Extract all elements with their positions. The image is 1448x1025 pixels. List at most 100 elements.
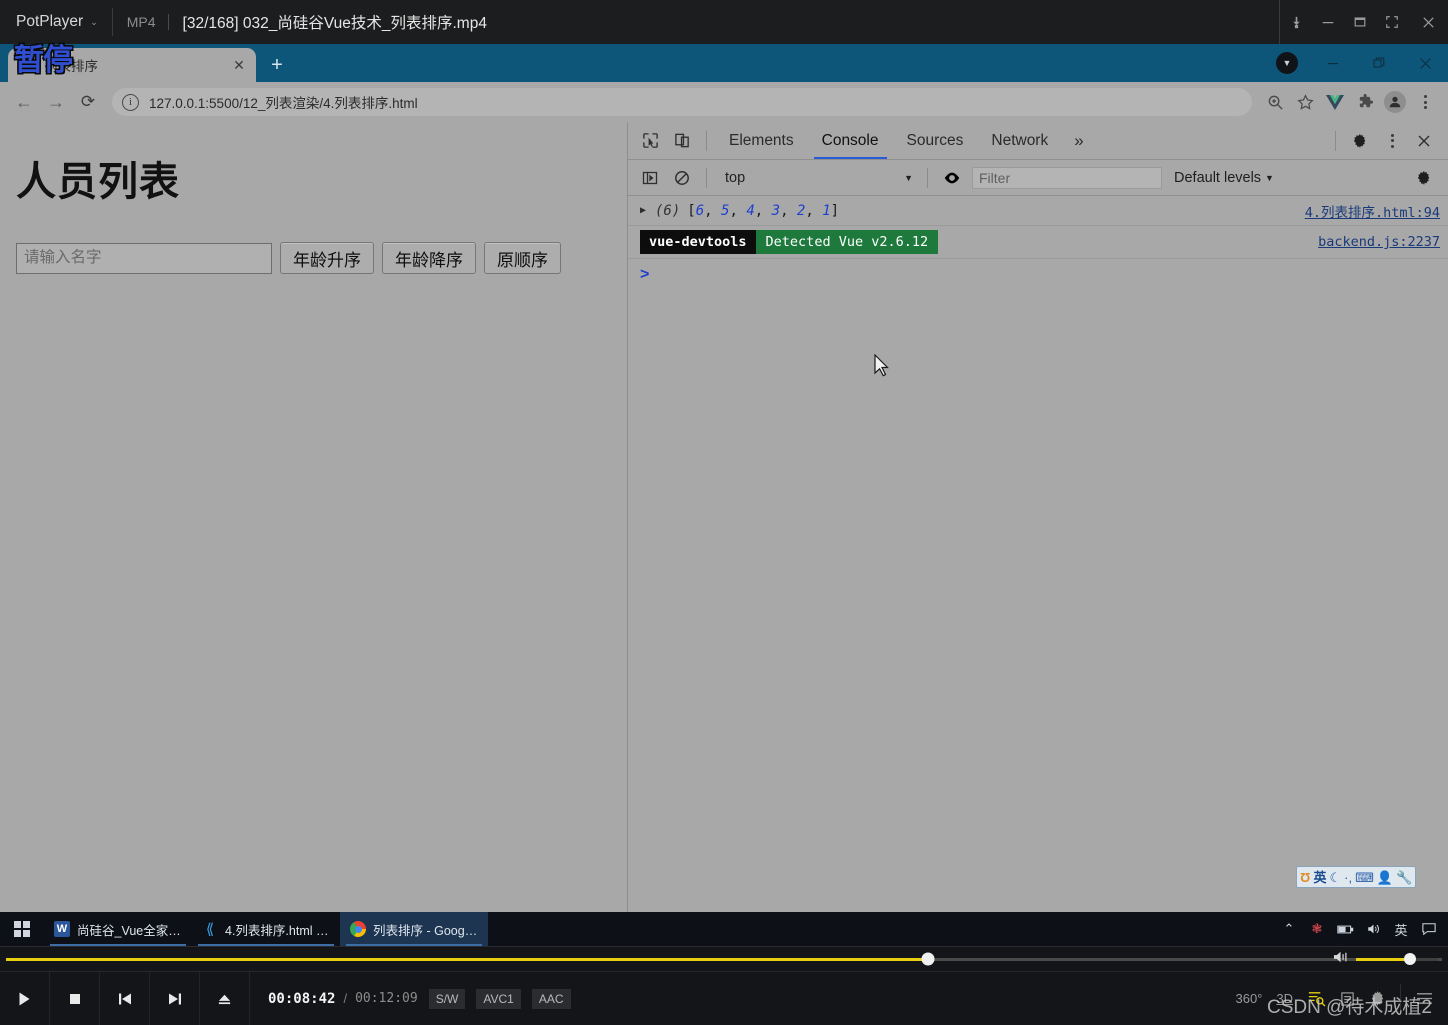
tab-sources[interactable]: Sources	[893, 122, 978, 159]
array-item: 5	[721, 202, 730, 219]
seek-area	[0, 947, 1448, 971]
download-badge-icon[interactable]: ▼	[1264, 44, 1310, 82]
close-devtools-icon[interactable]	[1408, 126, 1440, 156]
user-icon[interactable]: 👤	[1377, 871, 1393, 884]
volume-area	[1333, 947, 1438, 971]
tab-elements[interactable]: Elements	[715, 122, 808, 159]
inspect-element-icon[interactable]	[634, 126, 666, 156]
moon-icon[interactable]: ☾	[1329, 871, 1341, 884]
seek-handle[interactable]	[921, 952, 935, 966]
battery-icon[interactable]	[1332, 912, 1358, 946]
taskbar-item-label: 尚硅谷_Vue全家桶.d...	[77, 923, 182, 938]
ime-floating-toolbar[interactable]: Ʊ 英 ☾ ·, ⌨ 👤 🔧	[1296, 866, 1417, 888]
close-tab-icon[interactable]: ✕	[228, 54, 250, 76]
more-options-icon[interactable]	[1376, 126, 1408, 156]
volume-icon[interactable]	[1360, 912, 1386, 946]
close-icon[interactable]	[1408, 0, 1448, 44]
console-filter-input[interactable]	[972, 166, 1162, 189]
toolbox-wrench-icon[interactable]: 🔧	[1396, 871, 1412, 884]
more-tabs-icon[interactable]: »	[1062, 122, 1095, 159]
execution-context-select[interactable]: top ▼	[719, 167, 919, 189]
divider	[1400, 983, 1401, 1014]
address-bar[interactable]: i 127.0.0.1:5500/12_列表渲染/4.列表排序.html	[112, 88, 1252, 116]
volume-handle[interactable]	[1404, 953, 1417, 965]
console-source-link[interactable]: backend.js:2237	[1318, 234, 1440, 250]
subtitle-icon[interactable]	[1340, 991, 1355, 1007]
vr-360-icon[interactable]: 360°	[1235, 991, 1262, 1006]
time-display: 00:08:42 / 00:12:09 S/W AVC1 AAC	[250, 988, 571, 1009]
potplayer-titlebar: PotPlayer ⌄ MP4 [32/168] 032_尚硅谷Vue技术_列表…	[0, 0, 1448, 44]
minimize-icon[interactable]	[1310, 44, 1356, 82]
codec-badge-video[interactable]: AVC1	[476, 988, 521, 1009]
volume-slider[interactable]	[1356, 953, 1438, 965]
forward-button[interactable]: →	[40, 86, 72, 118]
fullscreen-icon[interactable]	[1376, 0, 1408, 44]
stop-icon[interactable]	[50, 971, 100, 1025]
settings-gear-icon[interactable]	[1344, 126, 1376, 156]
taskbar-item-vscode[interactable]: ⟪ 4.列表排序.html - vu...	[192, 912, 340, 946]
3d-mode-icon[interactable]: 3D	[1276, 991, 1293, 1006]
volume-icon[interactable]	[1333, 950, 1350, 969]
zoom-magnifier-icon[interactable]	[1260, 87, 1290, 117]
sort-age-asc-button[interactable]: 年龄升序	[280, 242, 374, 274]
notifications-icon[interactable]	[1416, 912, 1442, 946]
tab-console[interactable]: Console	[808, 122, 893, 159]
eject-icon[interactable]	[200, 971, 250, 1025]
clear-console-icon[interactable]	[666, 163, 698, 193]
console-settings-gear-icon[interactable]	[1408, 163, 1440, 193]
back-button[interactable]: ←	[8, 86, 40, 118]
console-row-array[interactable]: ▶ (6) [6, 5, 4, 3, 2, 1] 4.列表排序.html:94	[628, 196, 1448, 226]
search-input[interactable]	[16, 242, 272, 274]
maximize-icon[interactable]	[1344, 0, 1376, 44]
ime-mode-label[interactable]: 英	[1313, 871, 1326, 884]
bookmark-star-icon[interactable]	[1290, 87, 1320, 117]
taskbar-item-chrome[interactable]: 列表排序 - Google ...	[340, 912, 488, 946]
keyboard-icon[interactable]: ⌨	[1355, 871, 1374, 884]
chevron-up-icon[interactable]: ⌃	[1276, 912, 1302, 946]
profile-avatar-icon[interactable]	[1380, 87, 1410, 117]
site-info-icon[interactable]: i	[122, 93, 139, 111]
show-console-sidebar-icon[interactable]	[634, 163, 666, 193]
taskbar-item-word[interactable]: W 尚硅谷_Vue全家桶.d...	[44, 912, 192, 946]
sort-original-button[interactable]: 原顺序	[484, 242, 561, 274]
sort-age-desc-button[interactable]: 年龄降序	[382, 242, 476, 274]
sogou-tray-icon[interactable]: ❃	[1304, 912, 1330, 946]
seek-bar[interactable]	[6, 952, 1442, 966]
reload-button[interactable]: ⟳	[72, 86, 104, 118]
potplayer-control-bar: 00:08:42 / 00:12:09 S/W AVC1 AAC 360° 3D	[0, 946, 1448, 1025]
extensions-icon[interactable]	[1350, 87, 1380, 117]
potplayer-app-menu[interactable]: PotPlayer ⌄	[0, 0, 112, 44]
start-button[interactable]	[0, 912, 44, 946]
tab-network[interactable]: Network	[977, 122, 1062, 159]
next-icon[interactable]	[150, 971, 200, 1025]
windows-logo-icon	[14, 921, 30, 937]
sogou-logo-icon[interactable]: Ʊ	[1300, 871, 1310, 884]
previous-icon[interactable]	[100, 971, 150, 1025]
punctuation-icon[interactable]: ·,	[1344, 871, 1352, 884]
playlist-search-icon[interactable]	[1307, 990, 1326, 1007]
ime-tray-label[interactable]: 英	[1388, 912, 1414, 946]
chrome-menu-icon[interactable]	[1410, 87, 1440, 117]
device-toolbar-icon[interactable]	[666, 126, 698, 156]
settings-gear-icon[interactable]	[1369, 990, 1386, 1007]
menu-icon[interactable]	[1415, 991, 1434, 1006]
vue-devtools-icon[interactable]	[1320, 87, 1350, 117]
word-icon: W	[54, 921, 70, 937]
taskbar-item-label: 列表排序 - Google ...	[373, 923, 478, 938]
pin-icon[interactable]	[1280, 0, 1312, 44]
restore-icon[interactable]	[1356, 44, 1402, 82]
play-icon[interactable]	[0, 971, 50, 1025]
close-icon[interactable]	[1402, 44, 1448, 82]
expand-array-icon[interactable]: ▶	[640, 205, 649, 216]
minimize-icon[interactable]	[1312, 0, 1344, 44]
log-levels-select[interactable]: Default levels ▼	[1174, 170, 1274, 186]
live-expression-eye-icon[interactable]	[936, 165, 968, 191]
codec-badge-audio[interactable]: AAC	[531, 988, 571, 1009]
codec-badge-sw[interactable]: S/W	[428, 988, 466, 1009]
vscode-icon: ⟪	[205, 921, 215, 938]
console-prompt[interactable]: >	[628, 259, 1448, 291]
console-row-badge[interactable]: vue-devtools Detected Vue v2.6.12 backen…	[628, 226, 1448, 259]
console-source-link[interactable]: 4.列表排序.html:94	[1305, 201, 1440, 221]
page-viewport: 人员列表 年龄升序 年龄降序 原顺序	[0, 122, 628, 912]
new-tab-button[interactable]: +	[262, 50, 292, 80]
